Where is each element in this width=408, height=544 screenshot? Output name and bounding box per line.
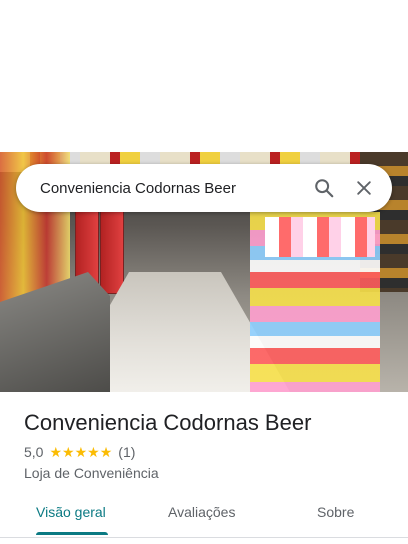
rating-row[interactable]: 5,0 ★ ★ ★ ★ ★ (1)	[24, 444, 135, 460]
photo-fridge	[100, 202, 124, 294]
search-bar[interactable]: Conveniencia Codornas Beer	[16, 164, 392, 212]
search-button[interactable]	[304, 168, 344, 208]
star-icon: ★	[74, 444, 88, 460]
place-title: Conveniencia Codornas Beer	[24, 410, 312, 435]
tab-about[interactable]: Sobre	[317, 504, 354, 520]
star-icon: ★	[62, 444, 75, 460]
active-tab-indicator	[36, 532, 108, 535]
tab-overview[interactable]: Visão geral	[36, 504, 106, 520]
close-button[interactable]	[344, 168, 384, 208]
rating-value: 5,0	[24, 444, 44, 460]
rating-stars: ★ ★ ★ ★ ★	[49, 445, 112, 459]
star-icon: ★	[49, 444, 63, 460]
place-tabs: Visão geral Avaliações Sobre	[0, 498, 408, 538]
search-query[interactable]: Conveniencia Codornas Beer	[40, 180, 304, 197]
tab-reviews[interactable]: Avaliações	[168, 504, 235, 520]
tabs-divider	[0, 537, 408, 538]
search-icon	[315, 179, 334, 198]
star-icon: ★	[99, 444, 113, 460]
review-count[interactable]: (1)	[118, 444, 135, 460]
star-icon: ★	[87, 444, 100, 460]
place-category[interactable]: Loja de Conveniência	[24, 465, 159, 481]
close-icon	[357, 181, 371, 195]
photo-rack-top	[265, 217, 375, 257]
